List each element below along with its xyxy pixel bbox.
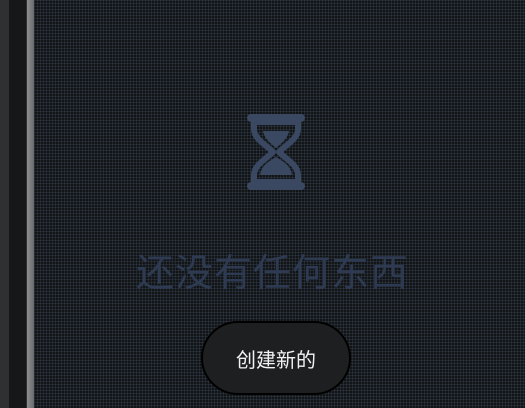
side-rail-edge <box>27 0 34 408</box>
hourglass-icon <box>247 114 305 190</box>
empty-message: 还没有任何东西 <box>135 251 409 295</box>
side-rail <box>0 0 34 408</box>
app-window: 还没有任何东西 创建新的 <box>0 0 525 408</box>
side-rail-track <box>9 0 26 408</box>
empty-state: 还没有任何东西 创建新的 <box>34 0 525 408</box>
create-new-button[interactable]: 创建新的 <box>201 321 351 395</box>
